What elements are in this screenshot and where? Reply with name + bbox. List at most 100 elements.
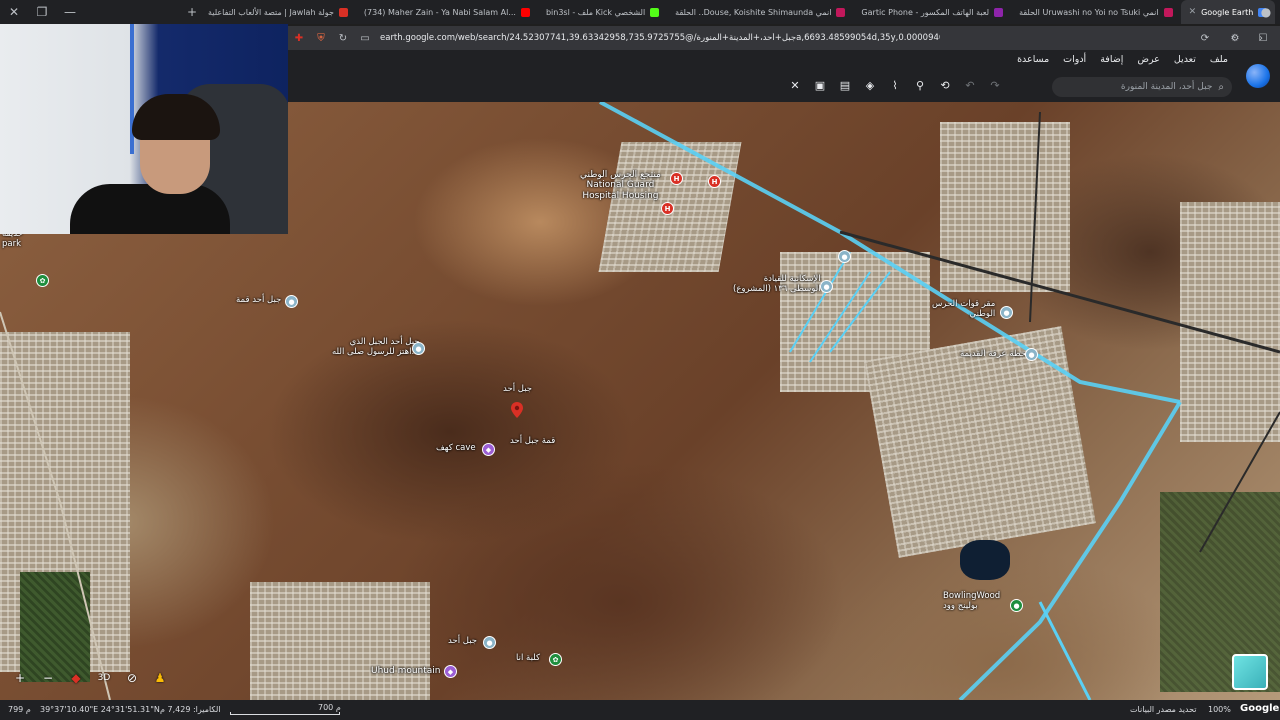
compass-icon[interactable]: ◆ [66,668,86,688]
close-icon[interactable]: ✕ [788,77,802,93]
label-residential[interactable]: الإسكانية للقيادة الوسطى ١٣٦ (المشروع) [733,274,821,295]
gallery-icon[interactable]: ▤ [838,77,852,93]
tab-favicon-icon [338,7,348,17]
zoom-level-text: 100% [1208,705,1231,714]
status-bar: 799 م 39°37'10.40"E 24°31'51.31"N الكامي… [0,700,1280,720]
label-kalba[interactable]: كلبة انا [516,653,540,664]
data-attribution-link[interactable]: تحديد مصدر البيانات [1130,705,1197,714]
map-style-button[interactable] [1232,654,1268,690]
toggle-3d-button[interactable]: 3D [94,668,114,688]
zoom-out-button[interactable]: − [38,668,58,688]
history-icon[interactable]: ⟲ [938,77,952,93]
toolbar: ✕ ▣ ▤ ◈ ⌇ ⚲ ⟲ ↶ ↷ [788,77,1002,93]
mountain-pin-icon[interactable]: ◆ [444,665,457,678]
restore-window-icon[interactable]: ❐ [28,0,56,24]
tab-list: متصة الألعاب التفاعلية | Jawlah جولة (734… [200,0,1276,24]
shield-icon[interactable]: ⛨ [310,27,332,49]
menu-item[interactable]: إضافة [1100,54,1123,65]
minimize-window-icon[interactable]: — [56,0,84,24]
landmark-pin-icon[interactable]: ● [838,250,851,263]
search-box[interactable]: ⌕ جبل أحد، المدينة المنورة [1052,77,1232,97]
label-jabal-uhud[interactable]: جبل أحد [503,384,532,395]
scale-bar [230,712,340,715]
url-field[interactable]: earth.google.com/web/search/جبل+أحد،+الم… [380,33,940,43]
browser-tab[interactable]: متصة الألعاب التفاعلية | Jawlah جولة [200,0,356,24]
image-icon[interactable]: ▣ [813,77,827,93]
browser-tab[interactable]: الحلقة ..Douse, Koishite Shimaunda انمي [667,0,853,24]
tab-favicon-icon [1163,7,1173,17]
park-pin-icon[interactable]: ✿ [36,274,49,287]
close-tab-icon[interactable]: ✕ [1189,7,1197,17]
browser-tab[interactable]: Gartic Phone - لعبة الهاتف المكسور [853,0,1011,24]
landmark-pin-icon[interactable]: ● [483,636,496,649]
path-icon[interactable]: ⌇ [888,77,902,93]
browser-tab[interactable]: (734) Maher Zain - Ya Nabi Salam Al... [356,0,538,24]
cave-pin-icon[interactable]: ◆ [482,443,495,456]
menu-item[interactable]: عرض [1137,54,1159,65]
tab-favicon-icon [836,7,846,17]
tab-title: متصة الألعاب التفاعلية | Jawlah جولة [208,7,334,17]
hospital-pin-icon[interactable]: H [670,172,683,185]
pegman-icon[interactable]: ♟ [150,668,170,688]
forward-icon[interactable]: › [1250,27,1272,49]
label-uhud-mountain[interactable]: Uhud mountain [371,666,441,676]
hospital-pin-icon[interactable]: H [708,175,721,188]
label-jabal-uhud-west[interactable]: جبل أحد قمة [236,295,281,306]
site-info-icon[interactable]: ▭ [354,27,376,49]
tab-title: الحلقة ..Douse, Koishite Shimaunda انمي [675,7,832,17]
hospital-pin-icon[interactable]: H [661,202,674,215]
tab-title: (734) Maher Zain - Ya Nabi Salam Al... [363,7,516,17]
label-old-station[interactable]: محطة عرفة القديمة [960,349,1031,360]
scale-label: 700 م [318,703,341,712]
profile-icon[interactable]: ● [1252,0,1280,24]
layers-icon[interactable]: ◈ [863,77,877,93]
landmark-pin-icon[interactable]: ● [820,280,833,293]
menu-item[interactable]: مساعدة [1017,54,1049,65]
browser-tab[interactable]: bin3sl - ملف Kick الشخصي [538,0,667,24]
elevation-text: 799 م [8,705,31,714]
label-guard-east[interactable]: مقر قوات الحرس الوطني [932,299,995,320]
tab-title: الحلقة Uruwashi no Yoi no Tsuki انمي [1019,7,1159,17]
map-controls: + − ◆ 3D ⊘ ♟ [10,668,170,688]
forward-nav-icon[interactable]: ↻ [332,27,354,49]
zoom-in-button[interactable]: + [10,668,30,688]
close-window-icon[interactable]: ✕ [0,0,28,24]
place-marker-icon[interactable]: ⚲ [913,77,927,93]
landmark-pin-icon[interactable]: ● [1000,306,1013,319]
search-icon: ⌕ [1218,81,1224,93]
no-tilt-icon[interactable]: ⊘ [122,668,142,688]
browser-tab-strip: ✕ ❐ — + متصة الألعاب التفاعلية | Jawlah … [0,0,1280,24]
landmark-pin-icon[interactable]: ● [285,295,298,308]
menu-item[interactable]: ملف [1210,54,1228,65]
label-cave[interactable]: كهف cave [436,443,476,454]
reload-icon[interactable]: ⟳ [1194,27,1216,49]
google-logo: Google [1240,703,1280,714]
redo-icon[interactable]: ↷ [988,77,1002,93]
search-input[interactable]: جبل أحد، المدينة المنورة [1121,82,1212,92]
browser-tab[interactable]: الحلقة Uruwashi no Yoi no Tsuki انمي [1011,0,1180,24]
menu-bar: ملف تعديل عرض إضافة أدوات مساعدة [1017,54,1228,65]
label-jabal-uhud-south[interactable]: جبل أحد [448,636,477,647]
camera-altitude-text: الكاميرا: 7,429 م [160,705,221,714]
label-bowling[interactable]: BowlingWood بولينج وود [943,591,1000,612]
tab-favicon-icon [994,7,1004,17]
webcam-overlay [0,24,288,234]
extension-icon[interactable]: ✚ [288,27,310,49]
search-result-marker-icon[interactable] [511,402,523,418]
label-jabal-hadith[interactable]: جبل أحد الجبل الذياهتز للرسول صلى الله..… [332,337,420,358]
venue-pin-icon[interactable]: ● [1010,599,1023,612]
label-uhud-summit[interactable]: قمة جبل أحد [510,436,555,447]
landmark-pin-icon[interactable]: ● [1025,348,1038,361]
menu-item[interactable]: تعديل [1174,54,1196,65]
menu-item[interactable]: أدوات [1063,54,1086,65]
label-national-guard[interactable]: منتجع الحرس الوطني National Guard Hospital… [580,170,661,201]
undo-icon[interactable]: ↶ [963,77,977,93]
landmark-pin-icon[interactable]: ● [412,342,425,355]
earth-header: ملف تعديل عرض إضافة أدوات مساعدة ⌕ جبل أحد، ا… [288,50,1280,102]
tab-title: bin3sl - ملف Kick الشخصي [545,7,646,17]
account-avatar[interactable] [1246,64,1270,88]
back-icon[interactable]: ‹ [1222,27,1244,49]
place-pin-icon[interactable]: ✿ [549,653,562,666]
tab-favicon-icon [650,7,660,17]
tab-favicon-icon [520,7,530,17]
